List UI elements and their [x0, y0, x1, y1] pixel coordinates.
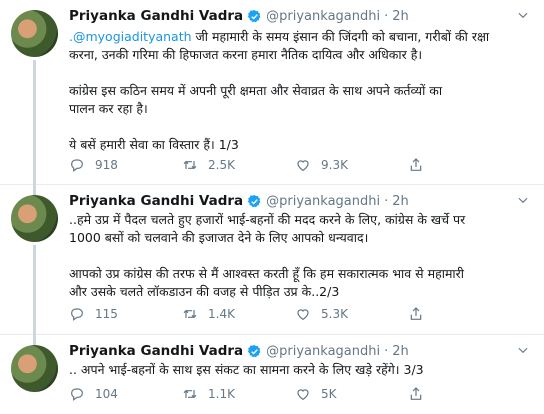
heart-icon [297, 389, 309, 401]
tweet-2[interactable]: Priyanka Gandhi Vadra @priyankagandhi · … [0, 185, 544, 335]
author-handle[interactable]: @priyankagandhi [266, 194, 380, 209]
author-name[interactable]: Priyanka Gandhi Vadra [69, 343, 243, 359]
tweet-header: Priyanka Gandhi Vadra @priyankagandhi · … [69, 193, 409, 209]
mention-link[interactable]: .@myogiadityanath [69, 29, 192, 44]
reply-icon [71, 159, 83, 172]
thread-line [33, 245, 36, 335]
author-handle[interactable]: @priyankagandhi [266, 9, 380, 24]
tweet-actions: 104 1.1K 5K [69, 386, 434, 402]
like-button[interactable]: 5K [295, 386, 408, 402]
verified-badge-icon [248, 9, 261, 22]
tweet-text: .@myogiadityanath जी महामारी के समय इंसा… [69, 29, 490, 152]
thread-line [33, 335, 36, 345]
reply-count: 115 [95, 307, 118, 321]
heart-icon [297, 160, 309, 172]
share-icon [410, 158, 422, 171]
tweet-text: ..हमे उप्र में पैदल चलते हुए हजारों भाई-… [69, 212, 466, 299]
retweet-icon [183, 309, 197, 319]
retweet-icon [183, 389, 197, 399]
retweet-button[interactable]: 1.1K [182, 386, 295, 402]
share-icon [410, 307, 422, 320]
avatar[interactable] [11, 10, 58, 57]
reply-button[interactable]: 918 [69, 157, 182, 173]
retweet-count: 1.4K [208, 307, 235, 321]
author-name[interactable]: Priyanka Gandhi Vadra [69, 193, 243, 209]
separator-dot: · [384, 193, 389, 209]
share-button[interactable] [408, 386, 434, 402]
tweet-time[interactable]: 2h [392, 194, 409, 209]
thread-line [33, 60, 36, 185]
retweet-button[interactable]: 2.5K [182, 157, 295, 173]
retweet-count: 2.5K [208, 158, 235, 172]
tweet-1[interactable]: Priyanka Gandhi Vadra @priyankagandhi · … [0, 0, 544, 185]
author-handle[interactable]: @priyankagandhi [266, 344, 380, 359]
tweet-actions: 115 1.4K 5.3K [69, 306, 434, 322]
tweet-time[interactable]: 2h [392, 9, 409, 24]
like-count: 9.3K [321, 158, 348, 172]
chevron-down-icon[interactable] [516, 8, 530, 22]
avatar[interactable] [11, 345, 58, 392]
separator-dot: · [384, 8, 389, 24]
reply-icon [71, 388, 83, 401]
heart-icon [297, 309, 309, 321]
chevron-down-icon[interactable] [516, 343, 530, 357]
retweet-button[interactable]: 1.4K [182, 306, 295, 322]
share-icon [410, 387, 422, 400]
tweet-header: Priyanka Gandhi Vadra @priyankagandhi · … [69, 343, 409, 359]
avatar[interactable] [11, 195, 58, 242]
share-button[interactable] [408, 157, 434, 173]
like-button[interactable]: 9.3K [295, 157, 408, 173]
thread-line [33, 185, 36, 195]
reply-count: 918 [95, 158, 118, 172]
verified-badge-icon [248, 344, 261, 357]
author-name[interactable]: Priyanka Gandhi Vadra [69, 8, 243, 24]
like-button[interactable]: 5.3K [295, 306, 408, 322]
share-button[interactable] [408, 306, 434, 322]
reply-button[interactable]: 115 [69, 306, 182, 322]
tweet-actions: 918 2.5K 9.3K [69, 157, 434, 173]
verified-badge-icon [248, 194, 261, 207]
reply-button[interactable]: 104 [69, 386, 182, 402]
tweet-header: Priyanka Gandhi Vadra @priyankagandhi · … [69, 8, 409, 24]
reply-count: 104 [95, 387, 118, 401]
separator-dot: · [384, 343, 389, 359]
tweet-time[interactable]: 2h [392, 344, 409, 359]
tweet-text: .. अपने भाई-बहनों के साथ इस संकट का सामन… [69, 362, 424, 377]
tweet-3[interactable]: Priyanka Gandhi Vadra @priyankagandhi · … [0, 335, 544, 414]
reply-icon [71, 308, 83, 321]
like-count: 5.3K [321, 307, 348, 321]
chevron-down-icon[interactable] [516, 193, 530, 207]
retweet-count: 1.1K [208, 387, 235, 401]
retweet-icon [183, 160, 197, 170]
like-count: 5K [321, 387, 337, 401]
